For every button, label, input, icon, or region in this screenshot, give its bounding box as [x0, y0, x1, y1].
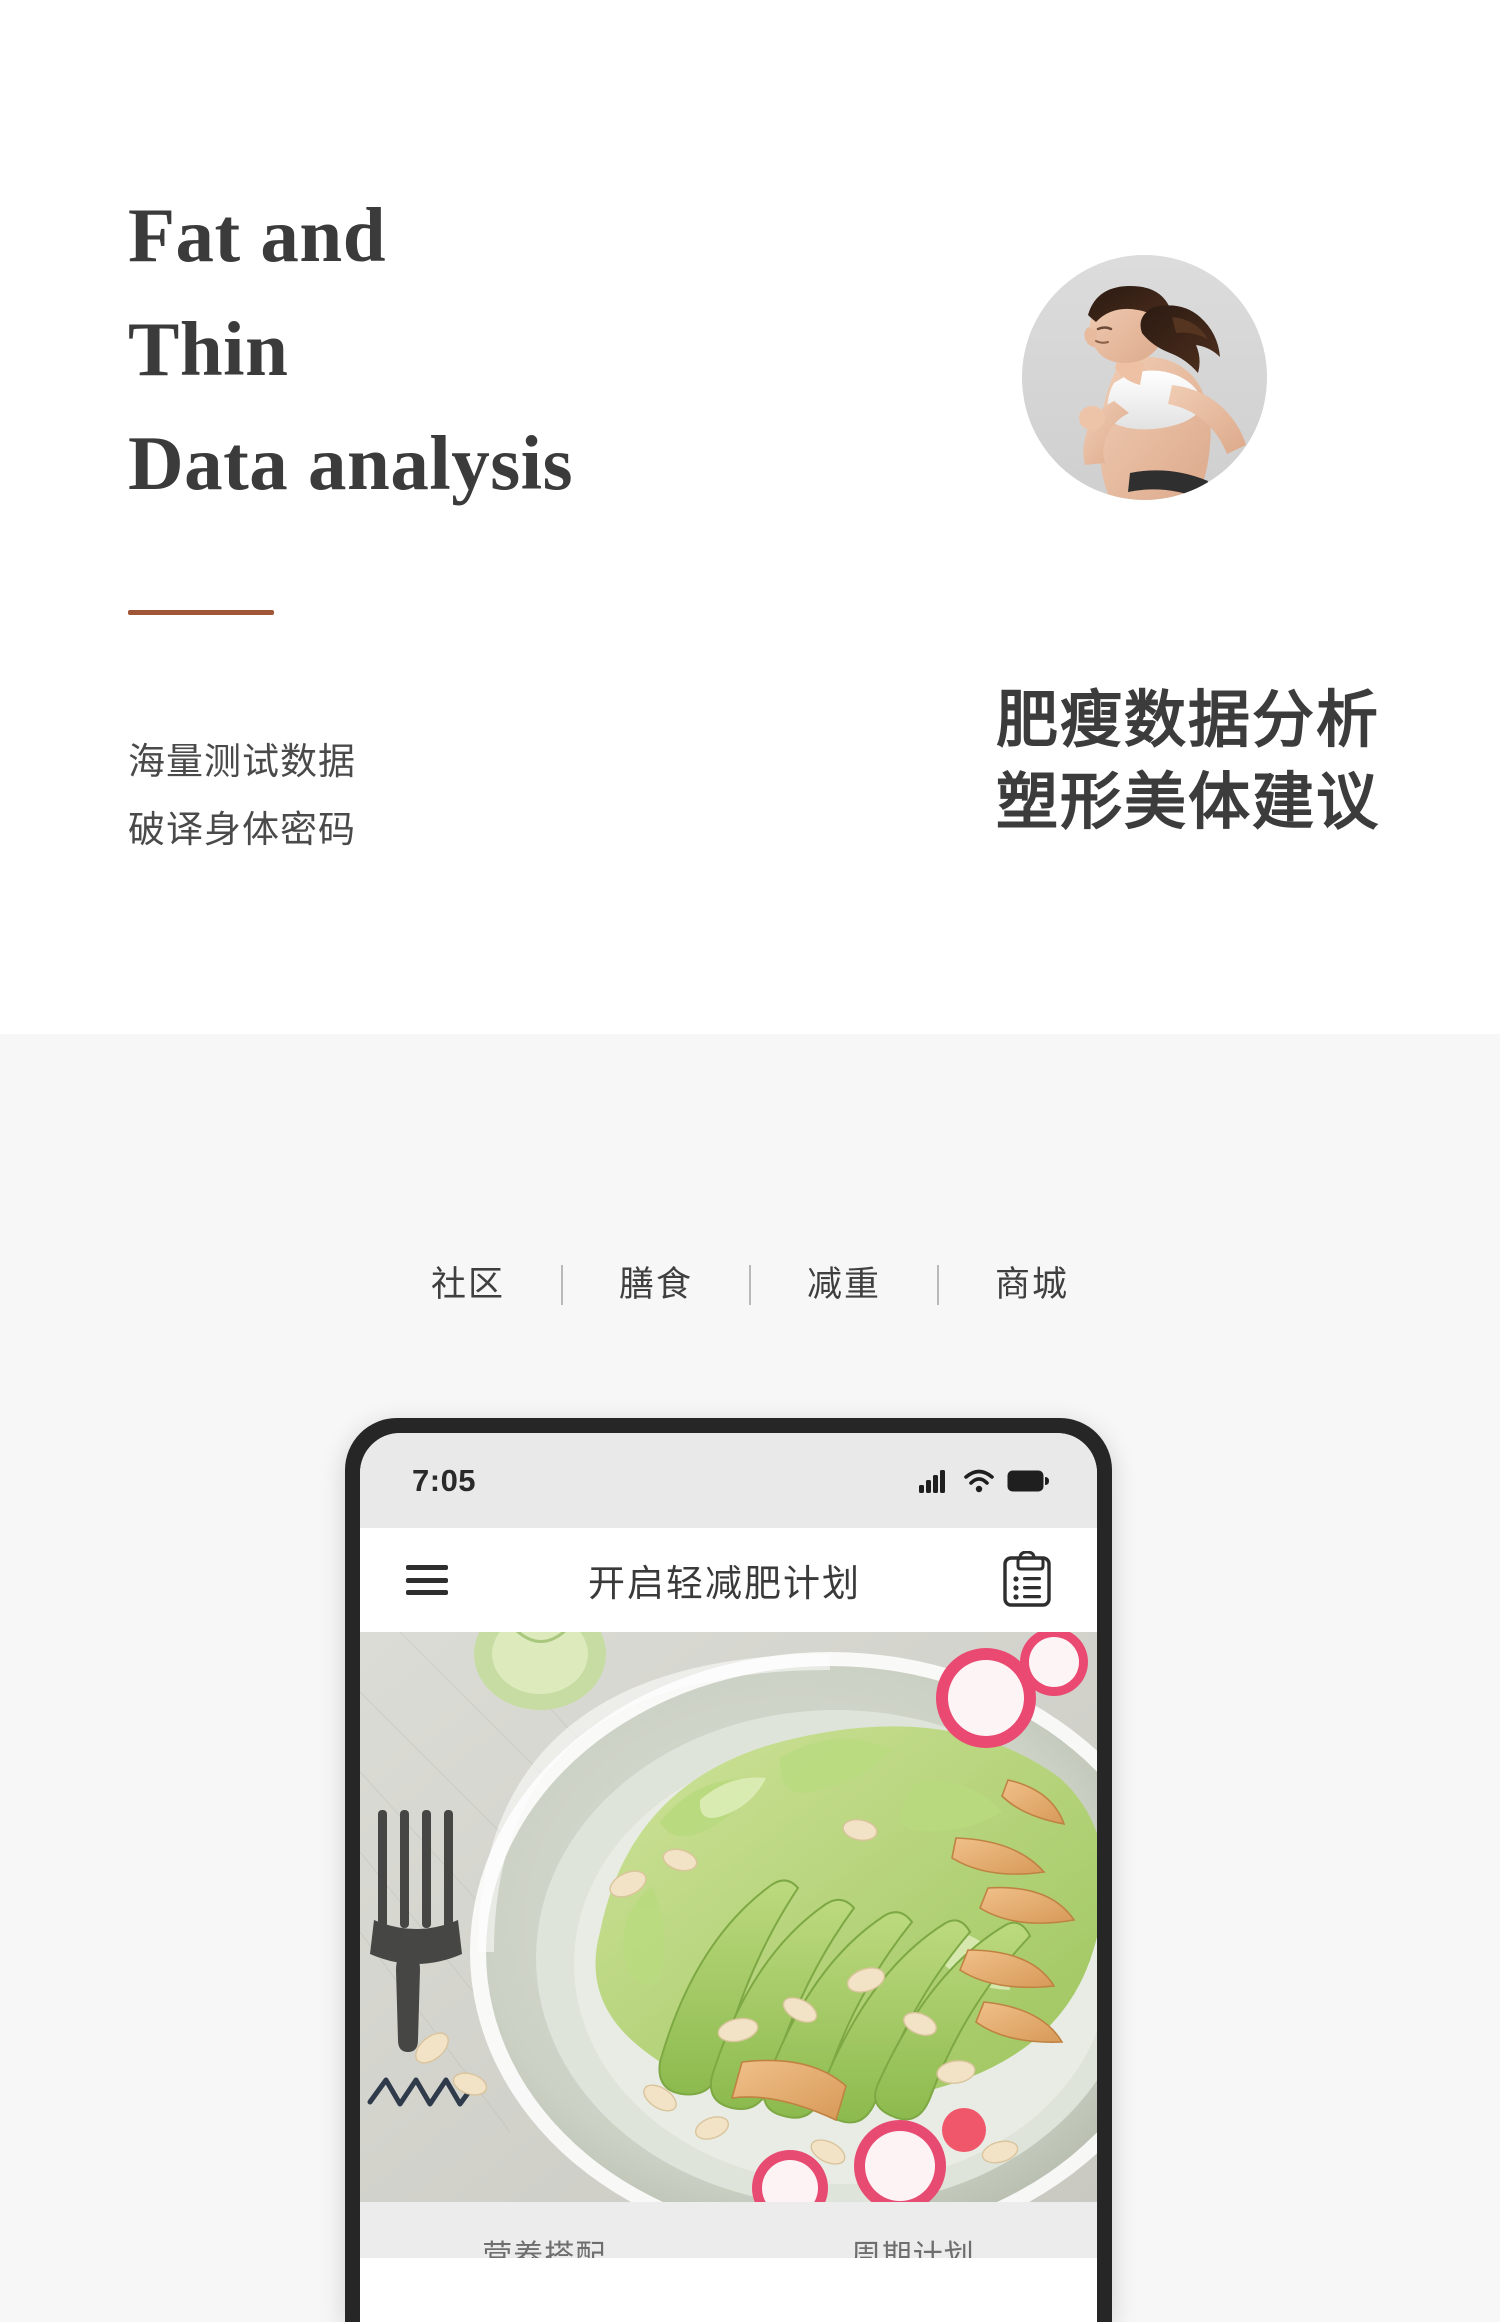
wifi-icon [964, 1469, 994, 1492]
phone-screen: 7:05 开启轻减肥计划 营养搭配 周期计划 [360, 1433, 1097, 2322]
hamburger-menu-icon[interactable] [406, 1565, 448, 1595]
status-icons-group [919, 1469, 1049, 1493]
below-photo-items: 营养搭配 周期计划 [360, 2202, 1097, 2258]
clipboard-icon[interactable] [1001, 1551, 1053, 1609]
phone-mockup: 7:05 开启轻减肥计划 营养搭配 周期计划 [345, 1418, 1112, 2322]
running-woman-photo [1022, 255, 1267, 500]
tab-weight-loss[interactable]: 减重 [751, 1262, 937, 1308]
app-title: 开启轻减肥计划 [588, 1563, 861, 1604]
accent-divider [128, 610, 274, 615]
landing-page: Fat and Thin Data analysis 海量测试数据 破译身体密码… [0, 0, 1500, 2322]
below-item-plan[interactable]: 周期计划 [851, 2240, 975, 2258]
below-item-nutrition[interactable]: 营养搭配 [482, 2240, 606, 2258]
hero-section: Fat and Thin Data analysis 海量测试数据 破译身体密码… [0, 0, 1500, 1034]
hero-subtitle: 海量测试数据 破译身体密码 [128, 741, 356, 850]
hero-chinese-heading: 肥瘦数据分析 塑形美体建议 [995, 686, 1380, 837]
tab-diet[interactable]: 膳食 [563, 1262, 749, 1308]
signal-icon [919, 1469, 945, 1493]
category-tabs: 社区 膳食 减重 商城 [0, 1262, 1500, 1308]
tab-community[interactable]: 社区 [375, 1262, 561, 1308]
app-header-bar: 开启轻减肥计划 [360, 1528, 1097, 1632]
tab-store[interactable]: 商城 [939, 1262, 1125, 1308]
page-title: Fat and Thin Data analysis [128, 192, 574, 506]
status-time: 7:05 [412, 1462, 477, 1498]
salad-bowl-photo [360, 1632, 1097, 2202]
phone-status-bar: 7:05 [360, 1433, 1097, 1528]
battery-icon [1007, 1470, 1049, 1491]
